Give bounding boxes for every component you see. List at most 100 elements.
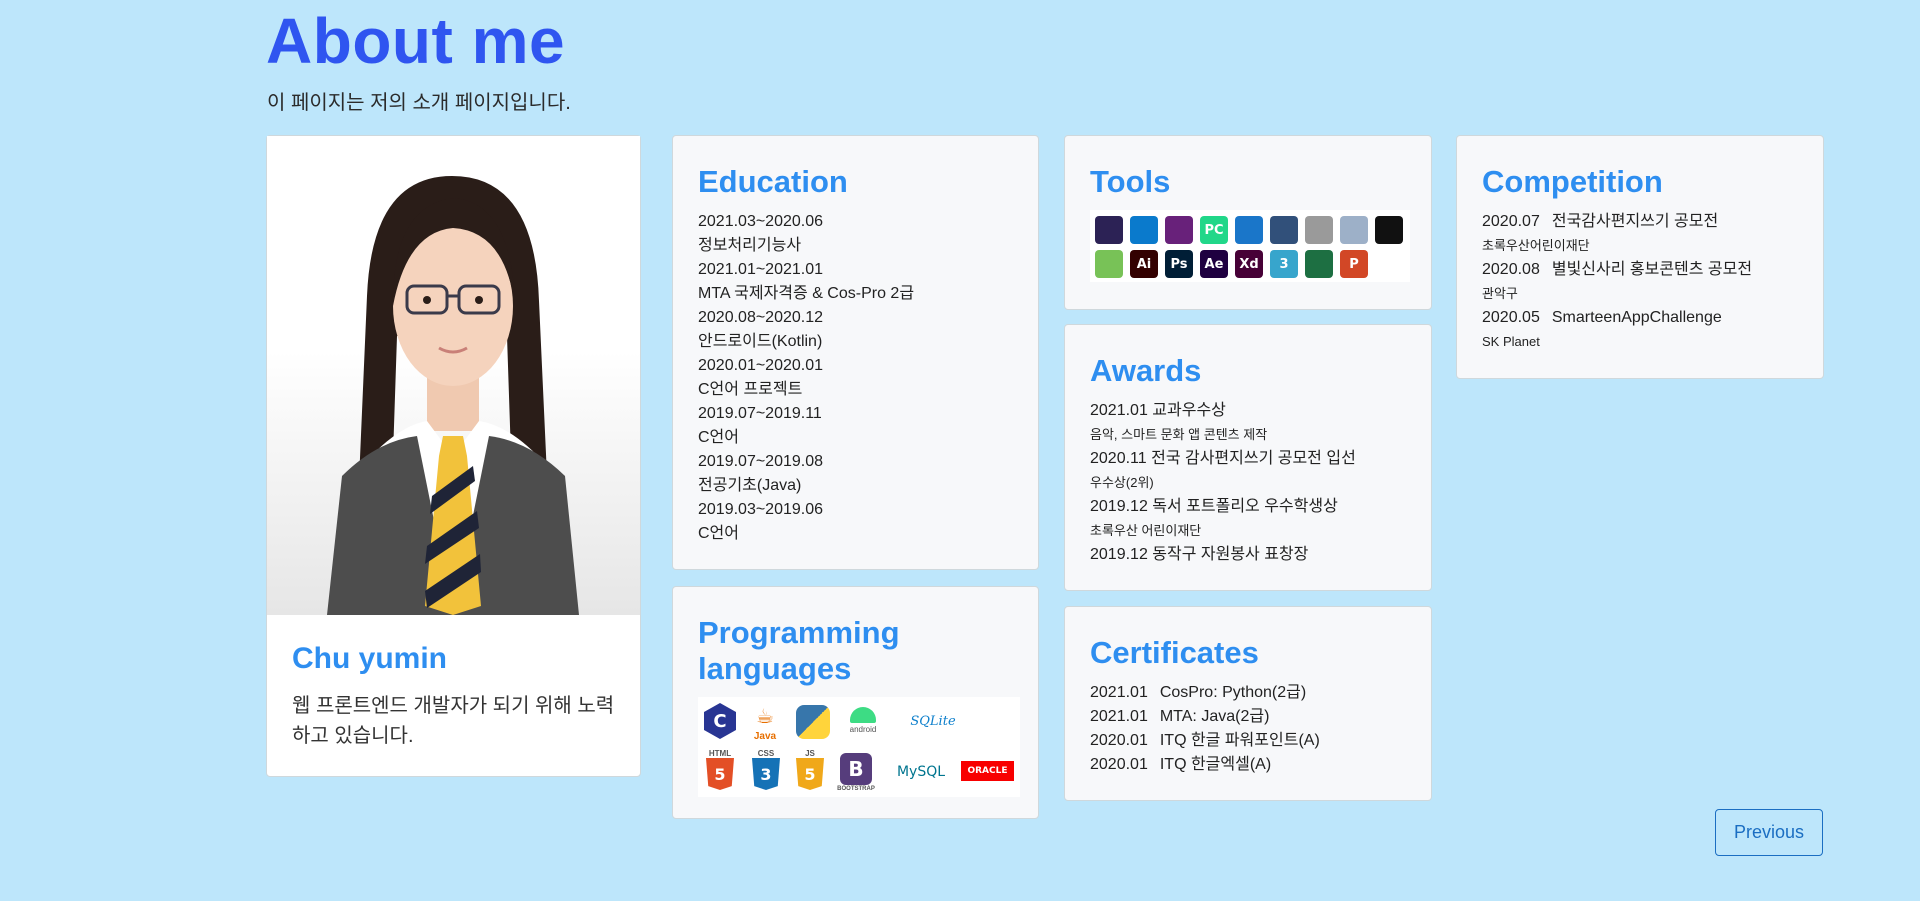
competition-name: 별빛신사리 홍보콘텐츠 공모전: [1551, 261, 1753, 278]
competition-org: 초록우산어린이재단: [1482, 238, 1590, 253]
profile-name: Chu yumin: [292, 642, 447, 675]
profile-description: 웹 프론트엔드 개발자가 되기 위해 노력하고 있습니다.: [292, 695, 615, 747]
java-icon: ☕: [756, 704, 774, 728]
bootstrap-icon: B: [840, 753, 872, 785]
powerpoint-icon: P: [1340, 250, 1368, 278]
3dsmax-icon: 3: [1270, 250, 1298, 278]
awards-title: Awards: [1090, 353, 1202, 388]
certificate-date: 2020.01: [1090, 756, 1148, 773]
awards-card: Awards 2021.01 교과우수상 음악, 스마트 문화 앱 콘텐츠 제작…: [1064, 324, 1432, 591]
award-detail: 음악, 스마트 문화 앱 콘텐츠 제작: [1090, 427, 1268, 442]
illustrator-icon: Ai: [1130, 250, 1158, 278]
competition-org: 관악구: [1482, 286, 1518, 301]
award-line: 2020.11 전국 감사편지쓰기 공모전 입선: [1090, 450, 1356, 467]
sql-developer-icon: [1270, 216, 1298, 244]
profile-card: Chu yumin 웹 프론트엔드 개발자가 되기 위해 노력하고 있습니다.: [266, 135, 641, 777]
tools-icons: PC Ai Ps Ae Xd 3 P: [1090, 210, 1410, 282]
vscode-icon: [1130, 216, 1158, 244]
visual-studio-icon: [1165, 216, 1193, 244]
certificates-title: Certificates: [1090, 635, 1259, 670]
android-label: android: [849, 725, 877, 734]
dev-icon: [1235, 216, 1263, 244]
education-line: 2019.03~2019.06: [698, 501, 824, 518]
education-card: Education 2021.03~2020.06 정보처리기능사 2021.0…: [672, 135, 1039, 570]
profile-photo: [267, 136, 640, 615]
education-line: 전공기초(Java): [698, 477, 802, 494]
award-line: 2021.01 교과우수상: [1090, 402, 1226, 419]
github-icon: [1375, 216, 1403, 244]
tools-card: Tools PC Ai Ps Ae Xd 3 P: [1064, 135, 1432, 310]
competition-org: SK Planet: [1482, 334, 1540, 349]
page-subtitle: 이 페이지는 저의 소개 페이지입니다.: [267, 92, 571, 114]
competition-name: SmarteenAppChallenge: [1551, 309, 1722, 326]
competition-name: 전국감사편지쓰기 공모전: [1551, 213, 1719, 230]
competition-title: Competition: [1482, 164, 1663, 199]
award-line: 2019.12 독서 포트폴리오 우수학생상: [1090, 498, 1338, 515]
competition-item: 2020.05 SmarteenAppChallenge: [1482, 306, 1798, 330]
html-icon: 5: [706, 758, 734, 790]
photoshop-icon: Ps: [1165, 250, 1193, 278]
education-line: C언어 프로젝트: [698, 381, 803, 398]
java-label: Java: [753, 731, 777, 742]
mysql-icon: MySQL: [896, 764, 946, 780]
css-label: CSS: [757, 749, 775, 758]
education-line: MTA 국제자격증 & Cos-Pro 2급: [698, 285, 915, 302]
education-line: 2019.07~2019.11: [698, 405, 822, 422]
education-line: C언어: [698, 525, 739, 542]
after-effects-icon: Ae: [1200, 250, 1228, 278]
css-icon: 3: [752, 758, 780, 790]
sqlite-icon: SQLite: [910, 713, 956, 729]
competition-item: 2020.07 전국감사편지쓰기 공모전: [1482, 210, 1798, 234]
certificate-name: CosPro: Python(2급): [1159, 684, 1307, 701]
pycharm-icon: PC: [1200, 216, 1228, 244]
certificates-card: Certificates 2021.01 CosPro: Python(2급) 2…: [1064, 606, 1432, 801]
database-add-icon: [1340, 216, 1368, 244]
page-title: About me: [266, 5, 566, 77]
tools-title: Tools: [1090, 164, 1171, 199]
certificate-name: ITQ 한글엑셀(A): [1159, 756, 1272, 773]
certificate-item: 2020.01 ITQ 한글 파워포인트(A): [1090, 729, 1406, 753]
education-line: 2020.01~2020.01: [698, 357, 824, 374]
education-list: 2021.03~2020.06 정보처리기능사 2021.01~2021.01 …: [698, 210, 1013, 546]
android-icon: [850, 707, 876, 723]
competition-date: 2020.07: [1482, 213, 1540, 230]
database-icon: [1305, 216, 1333, 244]
c-icon: C: [704, 703, 736, 739]
programming-title: Programming languages: [698, 615, 900, 686]
awards-list: 2021.01 교과우수상 음악, 스마트 문화 앱 콘텐츠 제작 2020.1…: [1090, 399, 1406, 567]
html-label: HTML: [708, 749, 732, 758]
previous-button[interactable]: Previous: [1715, 809, 1823, 856]
bootstrap-label: BOOTSTRAP: [837, 786, 875, 792]
award-detail: 우수상(2위): [1090, 475, 1154, 490]
education-line: 2020.08~2020.12: [698, 309, 824, 326]
education-line: 2019.07~2019.08: [698, 453, 824, 470]
programming-card: Programming languages C ☕ Java android S…: [672, 586, 1039, 819]
education-title: Education: [698, 164, 848, 199]
education-line: 2021.03~2020.06: [698, 213, 824, 230]
certificate-item: 2021.01 MTA: Java(2급): [1090, 705, 1406, 729]
python-icon: [796, 705, 830, 739]
excel-icon: [1305, 250, 1333, 278]
android-studio-icon: [1095, 250, 1123, 278]
competition-card: Competition 2020.07 전국감사편지쓰기 공모전 초록우산어린이재…: [1456, 135, 1824, 379]
education-line: 정보처리기능사: [698, 237, 802, 254]
xd-icon: Xd: [1235, 250, 1263, 278]
certificate-name: ITQ 한글 파워포인트(A): [1159, 732, 1320, 749]
programming-icons: C ☕ Java android SQLite HTML 5 CSS 3 JS …: [698, 697, 1020, 797]
oracle-icon: ORACLE: [961, 761, 1014, 781]
award-detail: 초록우산 어린이재단: [1090, 523, 1202, 538]
education-line: 2021.01~2021.01: [698, 261, 824, 278]
js-label: JS: [805, 749, 815, 758]
certificate-item: 2020.01 ITQ 한글엑셀(A): [1090, 753, 1406, 777]
certificate-date: 2020.01: [1090, 732, 1148, 749]
certificate-item: 2021.01 CosPro: Python(2급): [1090, 681, 1406, 705]
education-line: 안드로이드(Kotlin): [698, 333, 823, 350]
certificate-date: 2021.01: [1090, 708, 1148, 725]
certificate-name: MTA: Java(2급): [1159, 708, 1270, 725]
js-icon: 5: [796, 758, 824, 790]
competition-date: 2020.05: [1482, 309, 1540, 326]
certificates-list: 2021.01 CosPro: Python(2급) 2021.01 MTA: Ja…: [1090, 681, 1406, 777]
competition-date: 2020.08: [1482, 261, 1540, 278]
competition-list: 2020.07 전국감사편지쓰기 공모전 초록우산어린이재단 2020.08 별빛신…: [1482, 210, 1798, 354]
education-line: C언어: [698, 429, 739, 446]
